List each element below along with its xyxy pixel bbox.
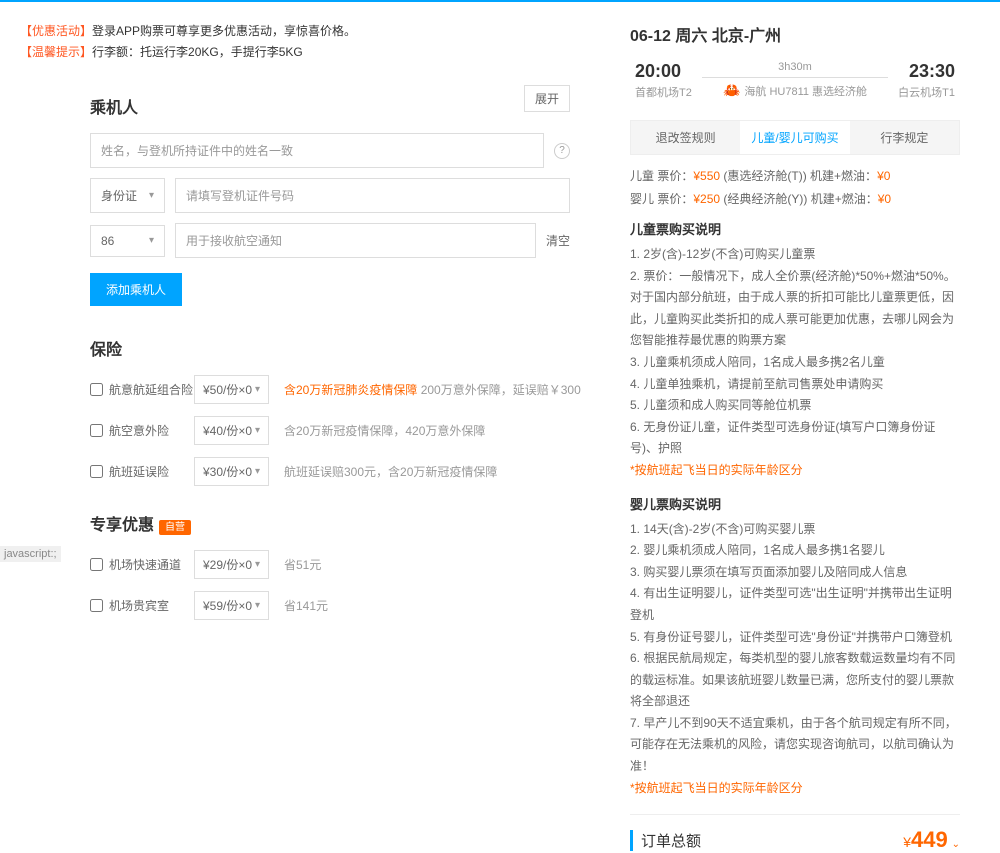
tab-child-infant[interactable]: 儿童/婴儿可购买 <box>740 121 849 154</box>
infant-rules: 1. 14天(含)-2岁(不含)可购买婴儿票 2. 婴儿乘机须成人陪同，1名成人… <box>630 519 960 800</box>
insurance-item: 航班延误险 ¥30/份×0▾ 航班延误赔300元，含20万新冠疫情保障 <box>90 457 600 486</box>
infant-rules-title: 婴儿票购买说明 <box>630 494 960 513</box>
passenger-title: 乘机人 <box>90 94 138 118</box>
discount-qty-select[interactable]: ¥29/份×0▾ <box>194 550 269 579</box>
name-input[interactable]: 姓名，与登机所持证件中的姓名一致 <box>90 133 544 168</box>
order-total[interactable]: 订单总额 ¥449 ⌄ <box>630 814 960 853</box>
id-input[interactable]: 请填写登机证件号码 <box>175 178 570 213</box>
child-rules: 1. 2岁(含)-12岁(不含)可购买儿童票 2. 票价：一般情况下，成人全价票… <box>630 244 960 482</box>
insurance-item: 航空意外险 ¥40/份×0▾ 含20万新冠疫情保障，420万意外保障 <box>90 416 600 445</box>
tab-refund[interactable]: 退改签规则 <box>631 121 740 154</box>
flight-times: 20:00 首都机场T2 3h30m 🦀海航 HU7811 惠选经济舱 23:3… <box>630 61 960 100</box>
promo-notice: 【优惠活动】登录APP购票可尊享更多优惠活动，享惊喜价格。 <box>20 22 600 39</box>
discount-checkbox[interactable] <box>90 558 103 571</box>
infant-price-row: 婴儿 票价：¥250 (经典经济舱(Y)) 机建+燃油：¥0 <box>630 190 960 207</box>
insurance-checkbox[interactable] <box>90 465 103 478</box>
insurance-title: 保险 <box>90 336 600 360</box>
dep-time: 20:00 <box>635 61 692 82</box>
arr-time: 23:30 <box>898 61 955 82</box>
phone-input[interactable]: 用于接收航空通知 <box>175 223 536 258</box>
insurance-qty-select[interactable]: ¥50/份×0▾ <box>194 375 269 404</box>
child-price-row: 儿童 票价：¥550 (惠选经济舱(T)) 机建+燃油：¥0 <box>630 167 960 184</box>
add-passenger-button[interactable]: 添加乘机人 <box>90 273 182 306</box>
arr-airport: 白云机场T1 <box>898 84 955 100</box>
id-type-select[interactable]: 身份证▾ <box>90 178 165 213</box>
chevron-down-icon: ▾ <box>149 190 154 201</box>
order-total-label: 订单总额 <box>630 830 701 851</box>
phone-prefix-select[interactable]: 86▾ <box>90 225 165 257</box>
discount-title: 专享优惠自营 <box>90 511 600 535</box>
discount-item: 机场快速通道 ¥29/份×0▾ 省51元 <box>90 550 600 579</box>
discount-checkbox[interactable] <box>90 599 103 612</box>
discount-qty-select[interactable]: ¥59/份×0▾ <box>194 591 269 620</box>
insurance-qty-select[interactable]: ¥40/份×0▾ <box>194 416 269 445</box>
clear-link[interactable]: 清空 <box>546 232 570 249</box>
chevron-down-icon: ▾ <box>149 235 154 246</box>
insurance-checkbox[interactable] <box>90 424 103 437</box>
chevron-down-icon: ⌄ <box>952 839 960 850</box>
flight-duration: 3h30m <box>702 61 888 78</box>
discount-item: 机场贵宾室 ¥59/份×0▾ 省141元 <box>90 591 600 620</box>
flight-header: 06-12 周六 北京-广州 <box>630 22 960 46</box>
child-rules-title: 儿童票购买说明 <box>630 219 960 238</box>
self-operated-badge: 自营 <box>159 520 191 535</box>
tab-baggage[interactable]: 行李规定 <box>850 121 959 154</box>
expand-button[interactable]: 展开 <box>524 85 570 112</box>
insurance-item: 航意航延组合险 ¥50/份×0▾ 含20万新冠肺炎疫情保障 200万意外保障，延… <box>90 375 600 404</box>
help-icon[interactable]: ? <box>554 143 570 159</box>
insurance-qty-select[interactable]: ¥30/份×0▾ <box>194 457 269 486</box>
airline-icon: 🦀 <box>723 82 740 99</box>
insurance-checkbox[interactable] <box>90 383 103 396</box>
rules-tabs: 退改签规则 儿童/婴儿可购买 行李规定 <box>630 120 960 155</box>
browser-status: javascript:; <box>0 546 61 562</box>
airline-info: 🦀海航 HU7811 惠选经济舱 <box>702 82 888 99</box>
dep-airport: 首都机场T2 <box>635 84 692 100</box>
tip-notice: 【温馨提示】行李额：托运行李20KG，手提行李5KG <box>20 43 600 60</box>
